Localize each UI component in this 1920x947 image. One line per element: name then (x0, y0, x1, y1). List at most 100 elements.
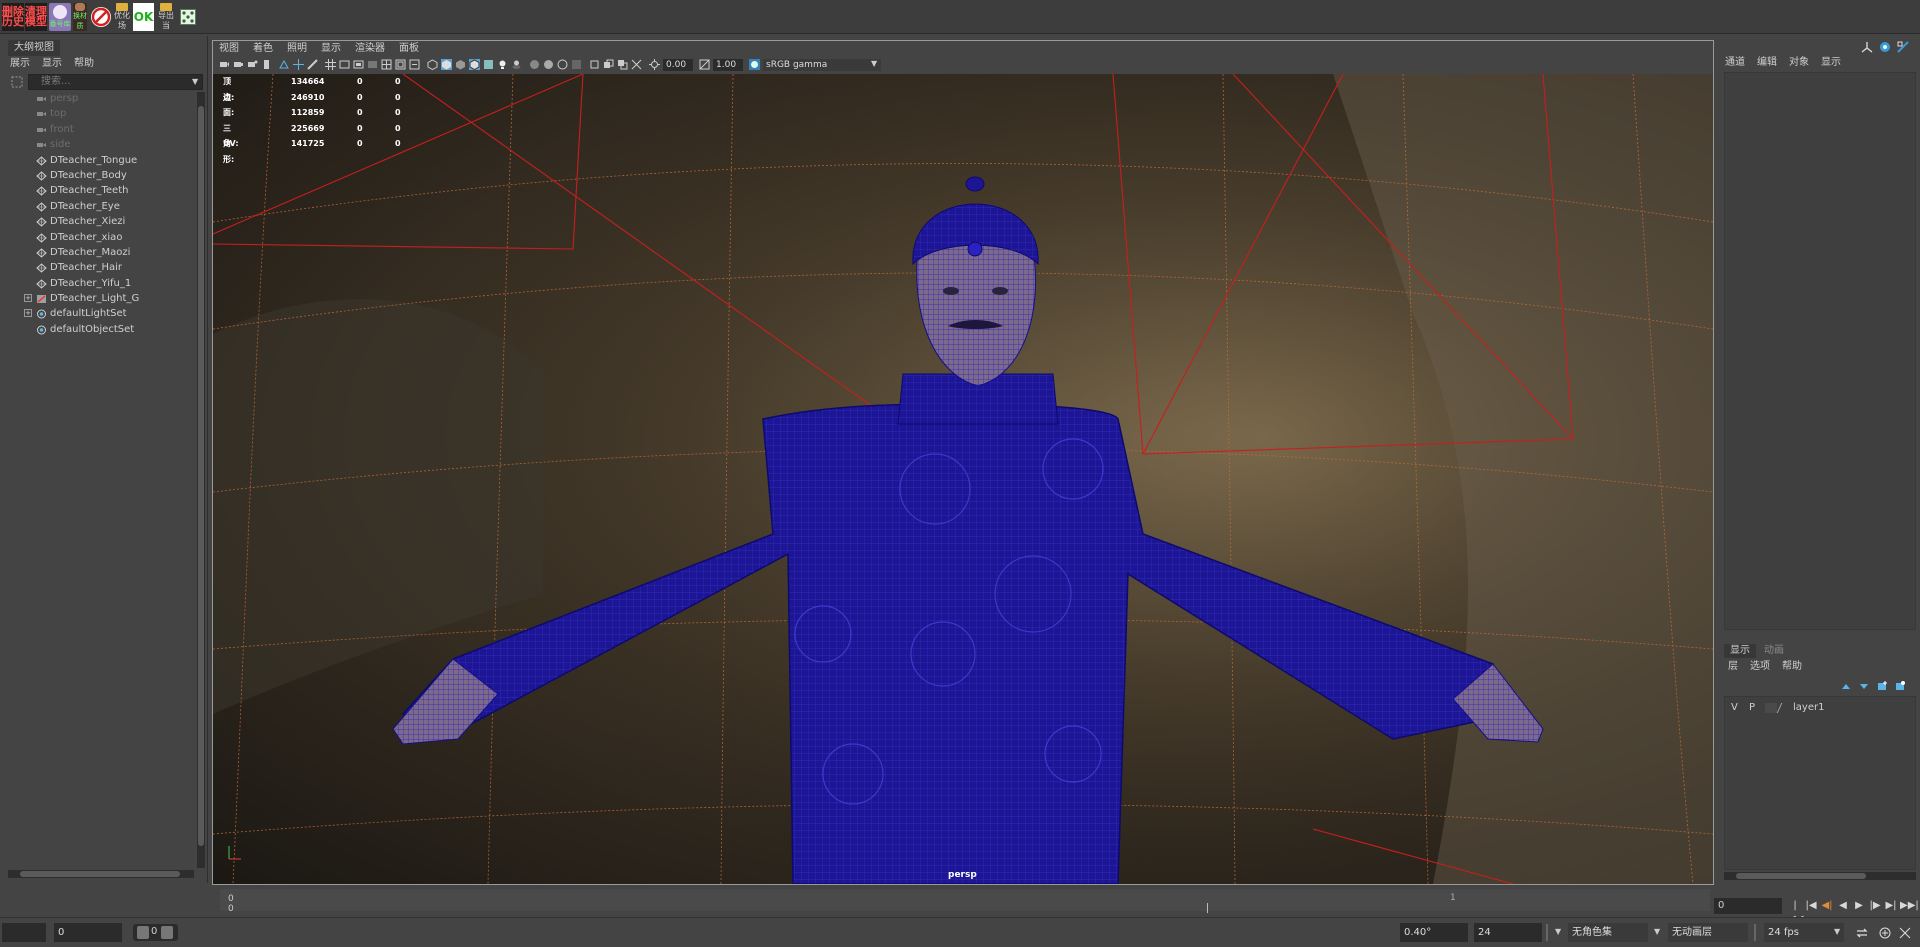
outliner-item[interactable]: DTeacher_Body (0, 168, 196, 183)
delete-history-button[interactable]: 删除 历史 (2, 3, 24, 31)
outliner-item[interactable]: DTeacher_Eye (0, 199, 196, 214)
grease-pencil-icon[interactable] (307, 59, 318, 70)
animation-end-field[interactable]: 24 (1474, 923, 1542, 942)
xray-components-icon[interactable] (631, 59, 642, 70)
menu-panels[interactable]: 面板 (399, 41, 419, 57)
outliner-item[interactable]: DTeacher_Xiezi (0, 214, 196, 229)
animation-start-field[interactable]: 0 (54, 923, 122, 942)
two-d-pan-icon[interactable] (293, 59, 304, 70)
current-frame-field[interactable]: 0 (1714, 898, 1782, 914)
scrollbar-thumb[interactable] (20, 871, 180, 877)
film-gate-icon[interactable] (339, 59, 350, 70)
menu-show[interactable]: 显示 (321, 41, 341, 57)
range-slider-handle[interactable] (161, 926, 173, 939)
chevron-down-icon[interactable]: ▼ (1555, 927, 1561, 936)
shadows-icon[interactable] (511, 59, 522, 70)
filter-icon[interactable] (11, 76, 23, 88)
step-forward-key-icon[interactable]: ▶| (1884, 899, 1898, 913)
chevron-down-icon[interactable]: ▼ (1834, 927, 1840, 936)
scrollbar-thumb[interactable] (198, 106, 204, 846)
isolate-select-icon[interactable] (589, 59, 600, 70)
angle-field[interactable]: 0.40° (1400, 923, 1468, 942)
menu-help[interactable]: 帮助 (1782, 660, 1802, 674)
camera-lock-icon[interactable] (233, 59, 244, 70)
optimize-scene-button[interactable]: 优化场 (112, 3, 132, 31)
bookmark-icon[interactable] (261, 59, 272, 70)
outliner-item[interactable]: top (0, 106, 196, 121)
channel-box-area[interactable] (1724, 72, 1916, 630)
camera-select-icon[interactable] (219, 59, 230, 70)
menu-object[interactable]: 对象 (1789, 56, 1809, 70)
anti-aliasing-icon[interactable] (557, 59, 568, 70)
preferences-icon[interactable] (1898, 926, 1912, 940)
menu-lighting[interactable]: 照明 (287, 41, 307, 57)
menu-options[interactable]: 选项 (1750, 660, 1770, 674)
new-layer-icon[interactable] (1876, 680, 1888, 692)
outliner-item[interactable]: side (0, 137, 196, 152)
exposure-icon[interactable] (649, 59, 660, 70)
start-time-field[interactable] (2, 923, 46, 942)
animation-layer-dropdown[interactable]: 无动画层 (1668, 923, 1748, 942)
color-management-icon[interactable] (749, 59, 760, 70)
textured-icon[interactable] (483, 59, 494, 70)
outliner-item[interactable]: DTeacher_Maozi (0, 245, 196, 260)
time-slider[interactable] (0, 887, 1920, 915)
tool-settings-icon[interactable] (1878, 40, 1892, 54)
move-layer-up-icon[interactable] (1840, 680, 1852, 692)
gamma-field[interactable]: 1.00 (713, 59, 743, 71)
depth-of-field-icon[interactable] (571, 59, 582, 70)
go-to-start-icon[interactable]: |◀◀ (1788, 899, 1803, 925)
exposure-field[interactable]: 0.00 (663, 59, 693, 71)
outliner-item[interactable]: persp (0, 91, 196, 106)
play-backwards-icon[interactable]: ◀ (1836, 899, 1850, 913)
safe-action-icon[interactable] (395, 59, 406, 70)
tab-animation-layers[interactable]: 动画 (1758, 644, 1790, 658)
clean-model-button[interactable]: 清理 模型 (25, 3, 47, 31)
tab-display-layers[interactable]: 显示 (1724, 644, 1756, 658)
wireframe-icon[interactable] (427, 59, 438, 70)
outliner-horizontal-scrollbar[interactable] (8, 870, 194, 878)
channel-box-toggle-icon[interactable] (1896, 40, 1910, 54)
outliner-item[interactable]: defaultObjectSet (0, 322, 196, 337)
attribute-editor-icon[interactable] (1860, 40, 1874, 54)
outliner-item[interactable]: + DTeacher_Light_G (0, 291, 196, 306)
xray-joints-icon[interactable] (617, 59, 628, 70)
character-tool-button[interactable]: 换材质 (73, 3, 87, 31)
gate-mask-icon[interactable] (367, 59, 378, 70)
anime-tool-button[interactable]: 番号库 (49, 3, 71, 31)
chevron-down-icon[interactable]: ▼ (871, 59, 877, 68)
fps-dropdown[interactable]: 24 fps (1764, 923, 1844, 942)
field-chart-icon[interactable] (381, 59, 392, 70)
outliner-item[interactable]: DTeacher_Yifu_1 (0, 276, 196, 291)
character-set-dropdown[interactable]: 无角色集 (1568, 923, 1648, 942)
outliner-vertical-scrollbar[interactable] (197, 92, 205, 868)
menu-show[interactable]: 展示 (10, 56, 30, 72)
menu-show[interactable]: 显示 (1821, 56, 1841, 70)
expand-icon[interactable]: + (24, 309, 32, 318)
menu-shading[interactable]: 着色 (253, 41, 273, 57)
outliner-item[interactable]: + defaultLightSet (0, 306, 196, 321)
dice-button[interactable] (179, 3, 197, 31)
safe-title-icon[interactable] (409, 59, 420, 70)
grid-icon[interactable] (325, 59, 336, 70)
export-button[interactable]: 导出当 (156, 3, 176, 31)
lights-icon[interactable] (497, 59, 508, 70)
outliner-item[interactable]: DTeacher_Hair (0, 260, 196, 275)
layer-row[interactable]: V P layer1 (1727, 700, 1913, 716)
layer-name[interactable]: layer1 (1793, 700, 1824, 716)
gamma-icon[interactable] (699, 59, 710, 70)
ambient-occlusion-icon[interactable] (529, 59, 540, 70)
layer-playback-toggle[interactable]: P (1749, 700, 1755, 716)
step-forward-frame-icon[interactable]: |▶ (1868, 899, 1882, 913)
menu-renderer[interactable]: 渲染器 (355, 41, 385, 57)
smooth-shade-icon[interactable] (441, 59, 452, 70)
outliner-item[interactable]: DTeacher_xiao (0, 230, 196, 245)
motion-blur-icon[interactable] (543, 59, 554, 70)
xray-icon[interactable] (603, 59, 614, 70)
expand-icon[interactable]: + (24, 294, 32, 303)
viewport-3d-scene[interactable]: 顶点: 134664 0 0 边: 246910 0 0 面: 112859 0 0 三角形: 22566… (213, 74, 1713, 884)
range-slider[interactable]: 0 (133, 924, 178, 941)
menu-view[interactable]: 视图 (219, 41, 239, 57)
chevron-down-icon[interactable]: ▼ (1654, 927, 1660, 936)
layer-color-swatch[interactable] (1776, 703, 1794, 713)
